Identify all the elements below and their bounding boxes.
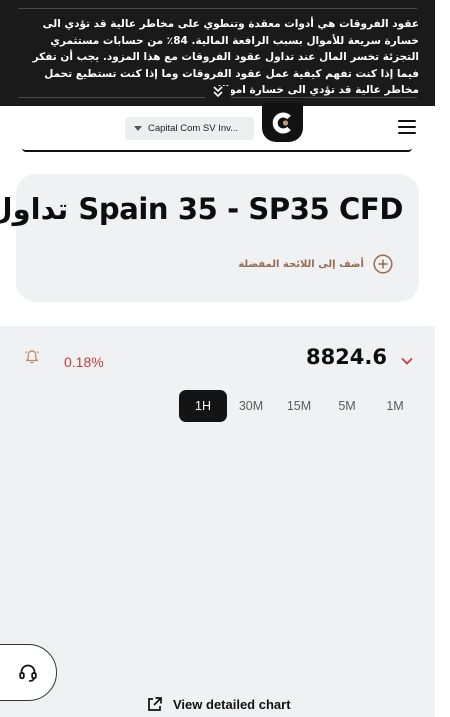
chevron-down-icon[interactable] — [400, 356, 414, 366]
add-to-watchlist-button[interactable]: أضف إلى اللائحة المفضلة — [238, 254, 393, 274]
caret-down-icon — [134, 126, 142, 131]
bell-icon[interactable] — [24, 349, 40, 365]
add-to-watchlist-label: أضف إلى اللائحة المفضلة — [238, 258, 364, 270]
capital-com-logo[interactable] — [262, 103, 303, 142]
price-panel: 0.18% 8824.6 1H 30M 15M 5M 1M View detai… — [0, 326, 435, 717]
timeframe-5m[interactable]: 5M — [323, 390, 371, 422]
current-price: 8824.6 — [305, 345, 387, 369]
timeframe-1m[interactable]: 1M — [371, 390, 419, 422]
broker-select-label: Capital Com SV Inv... — [148, 123, 239, 134]
price-chart-area[interactable] — [0, 436, 435, 686]
hamburger-menu-icon[interactable] — [398, 120, 416, 134]
timeframe-1h[interactable]: 1H — [179, 390, 227, 422]
timeframe-30m[interactable]: 30M — [227, 390, 275, 422]
support-button[interactable] — [0, 644, 57, 701]
site-header: Capital Com SV Inv... — [0, 106, 435, 150]
header-underline — [22, 148, 412, 152]
external-link-icon — [148, 697, 162, 711]
headset-icon — [19, 664, 37, 682]
divider — [18, 8, 417, 9]
plus-circle-icon — [373, 254, 393, 274]
instrument-card: تداول Spain 35 - SP35 CFD أضف إلى اللائح… — [0, 174, 419, 302]
price-change: 0.18% — [64, 354, 104, 370]
timeframe-selector: 1H 30M 15M 5M 1M — [179, 390, 419, 422]
instrument-title: تداول Spain 35 - SP35 CFD — [0, 192, 403, 226]
view-detailed-chart-link[interactable]: View detailed chart — [146, 696, 291, 713]
broker-select[interactable]: Capital Com SV Inv... — [125, 117, 254, 140]
timeframe-15m[interactable]: 15M — [275, 390, 323, 422]
instrument-page: عقود الفروقات هي أدوات معقدة وتنطوي على … — [0, 0, 450, 717]
view-detailed-chart-label: View detailed chart — [173, 697, 291, 712]
